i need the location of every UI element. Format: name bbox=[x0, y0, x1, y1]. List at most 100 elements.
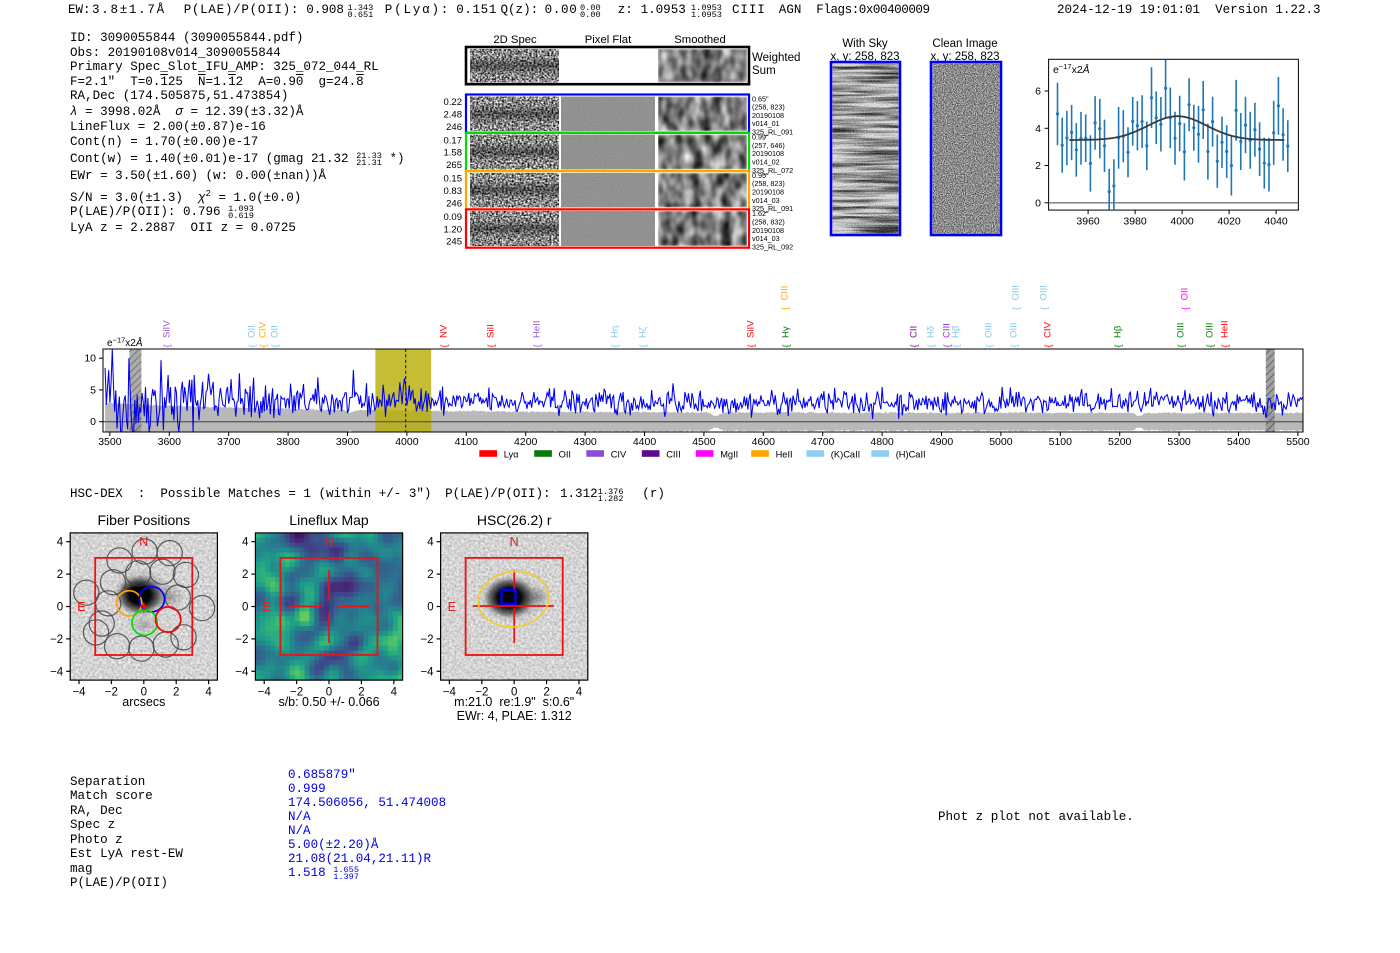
svg-text:325_RL_092: 325_RL_092 bbox=[752, 242, 793, 251]
svg-text:6: 6 bbox=[1035, 86, 1041, 98]
svg-text:OIII: OIII bbox=[1011, 285, 1022, 300]
svg-text:{: { bbox=[1011, 307, 1021, 310]
svg-text:4100: 4100 bbox=[455, 436, 479, 448]
svg-text:{: { bbox=[486, 344, 496, 347]
svg-text:4: 4 bbox=[205, 687, 212, 699]
svg-text:HeII: HeII bbox=[532, 320, 543, 338]
svg-text:{: { bbox=[1176, 344, 1186, 347]
svg-text:{: { bbox=[532, 344, 542, 347]
svg-text:0.22: 0.22 bbox=[444, 97, 463, 108]
svg-text:With Sky: With Sky bbox=[842, 38, 888, 50]
svg-text:NV: NV bbox=[439, 324, 450, 338]
svg-text:3600: 3600 bbox=[158, 436, 182, 448]
svg-text:SiIV: SiIV bbox=[746, 320, 757, 338]
svg-text:{: { bbox=[781, 344, 791, 347]
svg-text:4: 4 bbox=[427, 537, 434, 549]
svg-text:OIII: OIII bbox=[1009, 323, 1020, 338]
svg-text:246: 246 bbox=[446, 198, 462, 209]
svg-text:OIII: OIII bbox=[1039, 285, 1050, 300]
svg-text:Hβ: Hβ bbox=[1113, 325, 1124, 338]
svg-text:4600: 4600 bbox=[752, 436, 776, 448]
svg-text:0.15: 0.15 bbox=[444, 174, 463, 185]
svg-text:{: { bbox=[1180, 307, 1190, 310]
svg-text:3960: 3960 bbox=[1076, 216, 1100, 228]
svg-text:SiIV: SiIV bbox=[162, 320, 173, 338]
svg-text:{: { bbox=[258, 344, 268, 347]
svg-text:4500: 4500 bbox=[692, 436, 716, 448]
svg-text:N: N bbox=[510, 535, 519, 549]
svg-text:CIV: CIV bbox=[611, 450, 627, 460]
svg-text:{: { bbox=[162, 344, 172, 347]
svg-text:−4: −4 bbox=[50, 666, 64, 678]
svg-text:OII: OII bbox=[270, 325, 281, 338]
svg-text:HSC(26.2) r: HSC(26.2) r bbox=[477, 515, 552, 528]
svg-text:N: N bbox=[139, 535, 148, 549]
svg-text:4900: 4900 bbox=[930, 436, 954, 448]
svg-text:−4: −4 bbox=[235, 666, 249, 678]
svg-text:CII: CII bbox=[909, 326, 920, 338]
svg-text:arcsecs: arcsecs bbox=[122, 695, 165, 709]
svg-text:10: 10 bbox=[84, 353, 96, 365]
svg-text:5100: 5100 bbox=[1049, 436, 1073, 448]
svg-text:E: E bbox=[77, 600, 85, 614]
svg-text:−2: −2 bbox=[420, 634, 433, 646]
svg-text:Fiber Positions: Fiber Positions bbox=[98, 515, 191, 528]
svg-text:2.48: 2.48 bbox=[444, 109, 463, 120]
svg-text:−4: −4 bbox=[258, 687, 272, 699]
svg-text:CIV: CIV bbox=[1043, 321, 1054, 338]
svg-text:0: 0 bbox=[57, 602, 63, 614]
svg-text:{: { bbox=[909, 344, 919, 347]
svg-text:−2: −2 bbox=[235, 634, 248, 646]
svg-text:OII: OII bbox=[247, 325, 258, 338]
svg-text:{: { bbox=[610, 344, 620, 347]
svg-text:OIII: OIII bbox=[1176, 323, 1187, 338]
svg-text:Clean Image: Clean Image bbox=[932, 38, 997, 50]
svg-text:4040: 4040 bbox=[1264, 216, 1288, 228]
svg-text:−2: −2 bbox=[105, 687, 118, 699]
svg-text:OII: OII bbox=[1180, 288, 1191, 301]
svg-text:{: { bbox=[984, 344, 994, 347]
svg-text:4800: 4800 bbox=[870, 436, 894, 448]
svg-text:3700: 3700 bbox=[217, 436, 241, 448]
svg-text:−4: −4 bbox=[72, 687, 86, 699]
svg-text:3980: 3980 bbox=[1123, 216, 1147, 228]
svg-text:CIII: CIII bbox=[666, 450, 680, 460]
svg-text:1.58: 1.58 bbox=[444, 148, 463, 159]
svg-text:Sum: Sum bbox=[752, 65, 776, 77]
svg-text:2: 2 bbox=[173, 687, 179, 699]
svg-text:1.20: 1.20 bbox=[444, 224, 463, 235]
svg-text:0.83: 0.83 bbox=[444, 186, 463, 197]
svg-text:5000: 5000 bbox=[989, 436, 1013, 448]
svg-text:4400: 4400 bbox=[633, 436, 657, 448]
svg-text:2: 2 bbox=[57, 569, 63, 581]
svg-text:EWr: 4, PLAE: 1.312: EWr: 4, PLAE: 1.312 bbox=[457, 709, 572, 723]
svg-text:5500: 5500 bbox=[1286, 436, 1310, 448]
svg-text:4020: 4020 bbox=[1217, 216, 1241, 228]
svg-text:OIII: OIII bbox=[984, 323, 995, 338]
svg-text:MgII: MgII bbox=[720, 450, 738, 460]
svg-text:Smoothed: Smoothed bbox=[674, 34, 726, 46]
svg-text:CIV: CIV bbox=[258, 321, 269, 338]
svg-text:s/b: 0.50 +/- 0.066: s/b: 0.50 +/- 0.066 bbox=[278, 695, 379, 709]
svg-text:3800: 3800 bbox=[276, 436, 300, 448]
svg-text:246: 246 bbox=[446, 122, 462, 133]
svg-text:4000: 4000 bbox=[1170, 216, 1194, 228]
svg-text:{: { bbox=[780, 307, 790, 310]
svg-text:2: 2 bbox=[242, 569, 248, 581]
svg-text:245: 245 bbox=[446, 237, 462, 248]
svg-text:4700: 4700 bbox=[811, 436, 835, 448]
svg-text:3900: 3900 bbox=[336, 436, 360, 448]
svg-text:0: 0 bbox=[242, 602, 248, 614]
svg-text:2D Spec: 2D Spec bbox=[493, 34, 537, 46]
svg-text:0: 0 bbox=[427, 602, 433, 614]
svg-text:{: { bbox=[439, 344, 449, 347]
svg-text:0.09: 0.09 bbox=[444, 212, 463, 223]
svg-text:N: N bbox=[324, 535, 333, 549]
svg-text:{: { bbox=[1039, 307, 1049, 310]
svg-text:E: E bbox=[262, 600, 270, 614]
svg-text:0.17: 0.17 bbox=[444, 135, 463, 146]
svg-text:Hδ: Hδ bbox=[926, 326, 937, 338]
svg-text:Hβ: Hβ bbox=[951, 325, 962, 338]
svg-text:{: { bbox=[926, 344, 936, 347]
svg-text:{: { bbox=[247, 344, 257, 347]
